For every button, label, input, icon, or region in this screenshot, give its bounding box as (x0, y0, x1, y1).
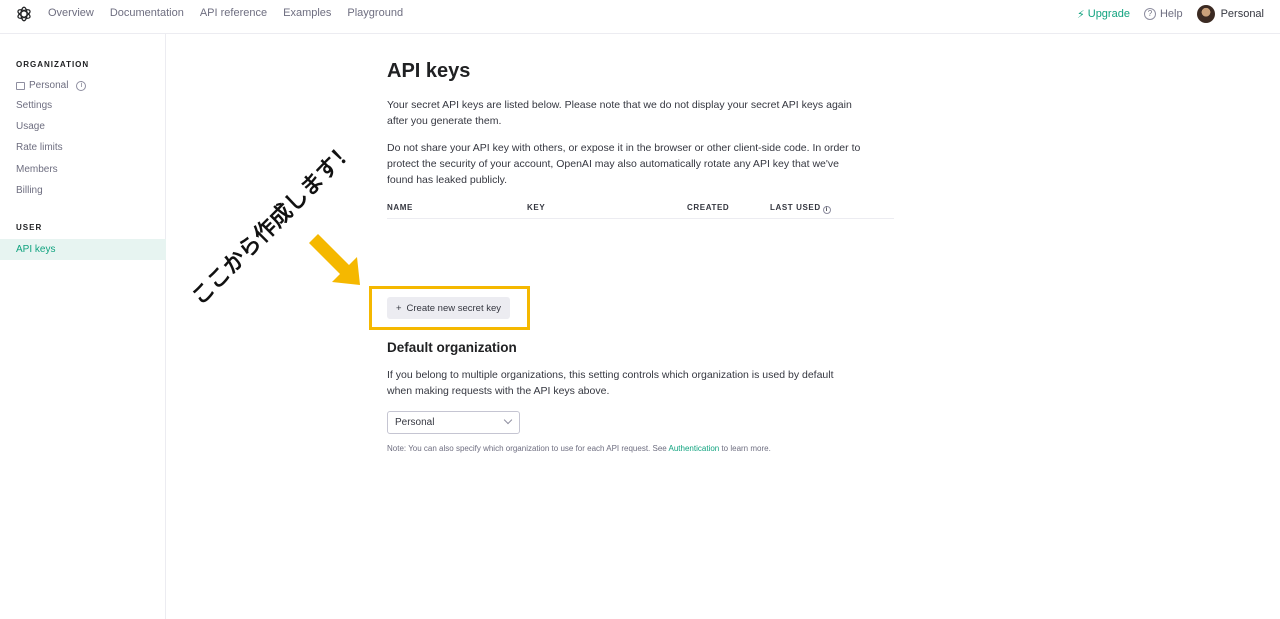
openai-logo-icon[interactable] (15, 5, 33, 23)
default-org-description: If you belong to multiple organizations,… (387, 367, 892, 399)
sidebar-item-usage[interactable]: Usage (0, 116, 166, 137)
default-org-title: Default organization (387, 340, 517, 355)
sidebar-item-rate-limits[interactable]: Rate limits (0, 137, 166, 158)
top-nav: Overview Documentation API reference Exa… (0, 0, 1280, 34)
column-last-used: LAST USED i (770, 203, 831, 214)
nav-overview[interactable]: Overview (48, 7, 94, 19)
column-name: NAME (387, 203, 413, 212)
select-value: Personal (395, 417, 435, 428)
column-key: KEY (527, 203, 546, 212)
user-section-header: USER (16, 223, 43, 232)
question-icon: ? (1143, 8, 1156, 20)
upgrade-button[interactable]: ⚡ Upgrade (1077, 8, 1130, 21)
help-button[interactable]: ? Help (1143, 8, 1183, 20)
keys-table-header: NAME KEY CREATED LAST USED i (387, 202, 894, 219)
building-icon (16, 81, 25, 90)
default-org-line-2: when making requests with the API keys a… (387, 385, 610, 397)
info-icon[interactable]: i (76, 80, 87, 91)
sidebar-item-billing[interactable]: Billing (0, 180, 166, 201)
nav-links: Overview Documentation API reference Exa… (48, 7, 403, 19)
help-label: Help (1159, 8, 1183, 20)
warning-line-3: found has leaked publicly. (387, 174, 508, 186)
nav-api-reference[interactable]: API reference (200, 7, 267, 19)
annotation-arrow-icon (309, 234, 360, 285)
page-title: API keys (387, 60, 471, 82)
nav-playground[interactable]: Playground (347, 7, 403, 19)
sidebar-item-api-keys[interactable]: API keys (0, 239, 166, 260)
org-selector[interactable]: Personal i (0, 75, 166, 96)
info-icon[interactable]: i (822, 206, 831, 214)
column-last-used-label: LAST USED (770, 203, 821, 212)
default-org-line-1: If you belong to multiple organizations,… (387, 369, 834, 381)
nav-right: ⚡ Upgrade ? Help Personal (1077, 5, 1264, 23)
lightning-icon: ⚡ (1077, 8, 1085, 21)
default-org-select[interactable]: Personal (387, 411, 520, 434)
intro-text: Your secret API keys are listed below. P… (387, 97, 892, 129)
warning-line-2: protect the security of your account, Op… (387, 158, 839, 170)
sidebar-item-members[interactable]: Members (0, 159, 166, 180)
sidebar: ORGANIZATION Personal i Settings Usage R… (0, 34, 166, 619)
nav-examples[interactable]: Examples (283, 7, 331, 19)
nav-documentation[interactable]: Documentation (110, 7, 184, 19)
note-prefix: Note: You can also specify which organiz… (387, 444, 669, 453)
note-suffix: to learn more. (719, 444, 771, 453)
org-name: Personal (29, 80, 69, 91)
upgrade-label: Upgrade (1087, 8, 1130, 20)
profile-label: Personal (1220, 8, 1264, 20)
auth-note: Note: You can also specify which organiz… (387, 444, 771, 453)
column-created: CREATED (687, 203, 730, 212)
intro-line-1: Your secret API keys are listed below. P… (387, 99, 852, 111)
intro-line-2: after you generate them. (387, 115, 502, 127)
authentication-link[interactable]: Authentication (669, 444, 720, 453)
org-section-header: ORGANIZATION (16, 60, 90, 69)
sidebar-item-settings[interactable]: Settings (0, 95, 166, 116)
warning-line-1: Do not share your API key with others, o… (387, 142, 861, 154)
avatar (1196, 5, 1215, 23)
profile-menu[interactable]: Personal (1196, 5, 1264, 23)
chevron-down-icon (503, 415, 513, 425)
annotation-highlight-box (369, 286, 530, 330)
warning-text: Do not share your API key with others, o… (387, 140, 892, 188)
